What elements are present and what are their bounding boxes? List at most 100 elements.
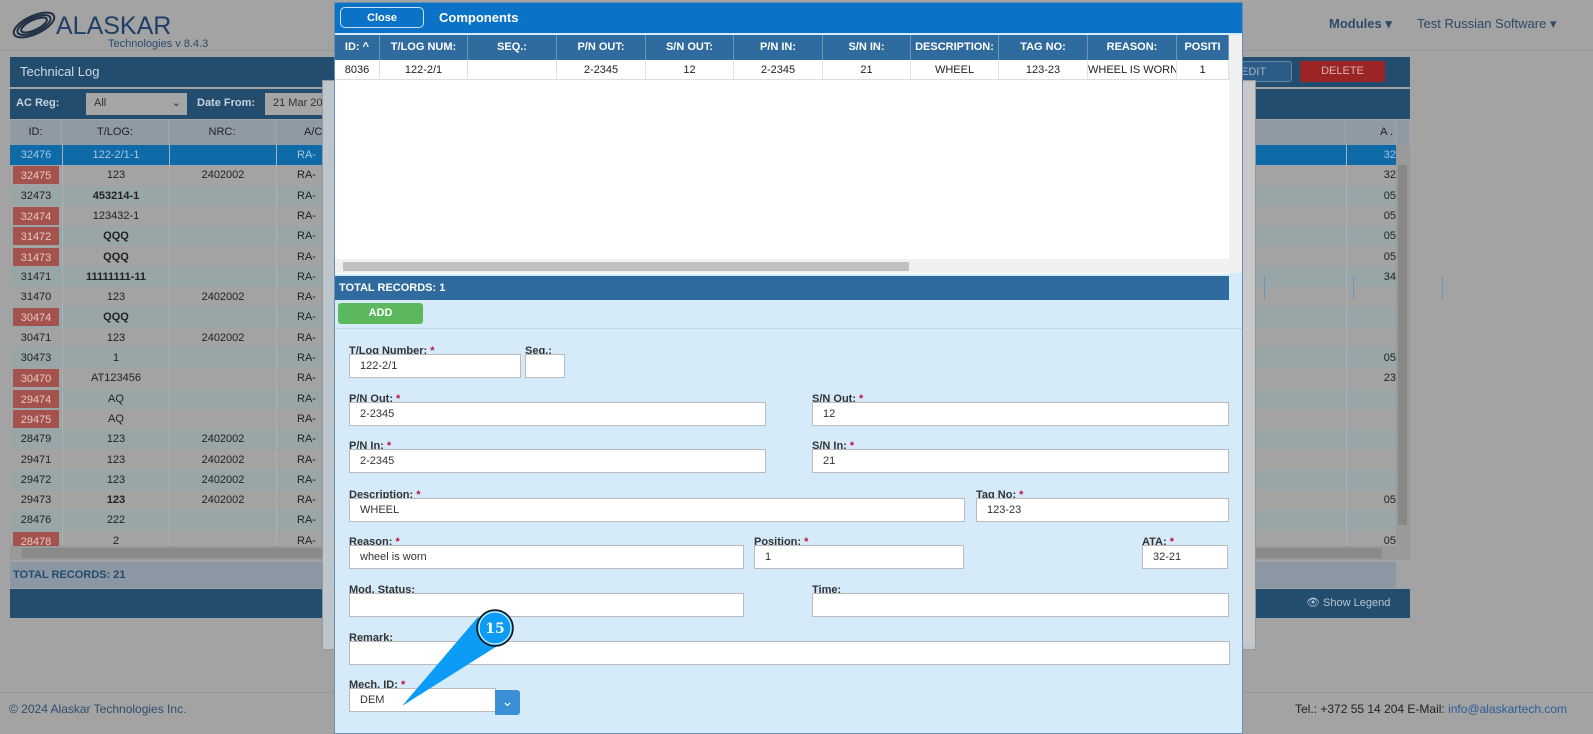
ac-reg-select[interactable]: All ⌄ [86,93,187,115]
cell-nrc: 2402002 [169,449,276,470]
components-cell-4[interactable]: 12 [646,60,734,80]
time-input[interactable] [812,593,1229,617]
scrollbar-thumb[interactable] [343,262,909,271]
cell-a [1346,408,1396,430]
components-cell-6[interactable]: 21 [823,60,911,80]
cell-nrc [169,266,276,288]
components-col-6[interactable]: S/N IN: [823,35,911,60]
components-cell-3[interactable]: 2-2345 [557,60,646,80]
cell-nrc [169,368,276,389]
seq-input[interactable] [525,354,565,378]
components-vscrollbar[interactable] [1229,35,1242,273]
contact-text: Tel.: +372 55 14 204 E-Mail: [1295,702,1449,716]
components-cell-10[interactable]: 1 [1177,60,1229,80]
cell-id: 30471 [20,331,52,344]
components-cell-1[interactable]: 122-2/1 [380,60,468,80]
ata-input[interactable]: 32-21 [1142,545,1228,569]
cell-a: 05 [1346,185,1396,206]
cell-tlog: 222 [62,510,169,531]
components-col-9[interactable]: REASON: [1088,35,1177,60]
cell-id: 30470 [13,369,59,388]
pn-in-input[interactable]: 2-2345 [349,449,766,473]
cell-tlog: AQ [62,388,169,409]
components-col-2[interactable]: SEQ.: [468,35,557,60]
cell-nrc [169,408,276,430]
reason-input[interactable]: wheel is worn [349,545,744,569]
cell-id: 31472 [13,227,59,246]
components-total: TOTAL RECORDS: 1 [335,276,1229,300]
cell-tlog: 123 [62,429,169,450]
date-from-input[interactable]: 21 Mar 20 [265,93,325,115]
tag-no-input[interactable]: 123-23 [976,498,1229,522]
components-hscrollbar[interactable] [335,259,1229,273]
scrollbar-thumb[interactable] [1398,165,1407,525]
description-input[interactable]: WHEEL [349,498,965,522]
tlog-input[interactable]: 122-2/1 [349,354,521,378]
cell-id: 31473 [13,247,59,266]
cell-id: 32476 [20,149,52,161]
annotation-number: 15 [485,621,504,637]
modal-header: Close Components [335,3,1242,33]
email-link[interactable]: info@alaskartech.com [1448,702,1567,716]
cell-id: 31471 [20,270,52,283]
delete-button[interactable]: DELETE [1300,61,1385,82]
date-from-label: Date From: [197,97,256,109]
edit-button[interactable]: EDIT [1236,61,1292,82]
components-col-3[interactable]: P/N OUT: [557,35,646,60]
components-col-8[interactable]: TAG NO: [999,35,1088,60]
col-tlog[interactable]: T/LOG: [62,120,169,145]
cell-id: 29475 [13,409,59,428]
cell-id: 30474 [13,308,59,327]
cell-a: 32 [1346,145,1396,166]
show-legend-button[interactable]: 👁 Show Legend [1306,596,1390,609]
components-cell-2[interactable] [468,60,557,80]
cell-nrc: 2402002 [169,469,276,491]
cell-id: 32474 [13,206,59,225]
cell-nrc [169,246,276,267]
cell-id: 29474 [13,389,59,408]
nav-user-menu[interactable]: Test Russian Software ▾ [1417,16,1556,32]
components-cell-7[interactable]: WHEEL [911,60,999,80]
position-input[interactable]: 1 [754,545,964,569]
cell-tlog: QQQ [62,307,169,328]
ac-reg-label: AC Reg: [16,97,60,109]
eye-icon: 👁 [1306,597,1320,609]
col-id[interactable]: ID: [10,120,62,145]
vertical-scrollbar[interactable] [1396,145,1410,560]
components-cell-8[interactable]: 123-23 [999,60,1088,80]
components-col-5[interactable]: P/N IN: [734,35,823,60]
components-cell-5[interactable]: 2-2345 [734,60,823,80]
modal-title: Components [439,10,519,25]
components-col-10[interactable]: POSITI [1177,35,1229,60]
cell-id: 28476 [20,514,52,527]
components-col-7[interactable]: DESCRIPTION: [911,35,999,60]
close-button[interactable]: Close [340,7,424,28]
logo-name: ALASKAR [56,12,172,40]
cell-id: 28479 [20,433,52,446]
nav-modules[interactable]: Modules ▾ [1329,16,1392,32]
cell-tlog: 123 [62,449,169,470]
cell-nrc [169,185,276,206]
pn-out-input[interactable]: 2-2345 [349,402,766,426]
form-scrollbar[interactable] [1243,83,1254,643]
col-nrc[interactable]: NRC: [169,120,276,145]
total-divider [1442,276,1443,300]
cell-a [1346,429,1396,450]
cell-a [1346,510,1396,531]
cell-a: 23 [1346,368,1396,389]
sn-out-input[interactable]: 12 [812,402,1229,426]
col-a[interactable]: A . [1346,120,1396,145]
cell-nrc [169,510,276,531]
show-legend-label: Show Legend [1323,597,1391,609]
add-button[interactable]: ADD [338,303,423,324]
cell-tlog: 123 [62,327,169,348]
components-col-1[interactable]: T/LOG NUM: [380,35,468,60]
cell-a: 05 [1346,490,1396,511]
sn-in-input[interactable]: 21 [812,449,1229,473]
components-cell-0[interactable]: 8036 [335,60,380,80]
cell-nrc [169,205,276,227]
ac-reg-value: All [94,97,107,109]
components-col-4[interactable]: S/N OUT: [646,35,734,60]
components-cell-9[interactable]: WHEEL IS WORN [1088,60,1177,80]
components-col-0[interactable]: ID: ^ [335,35,380,60]
